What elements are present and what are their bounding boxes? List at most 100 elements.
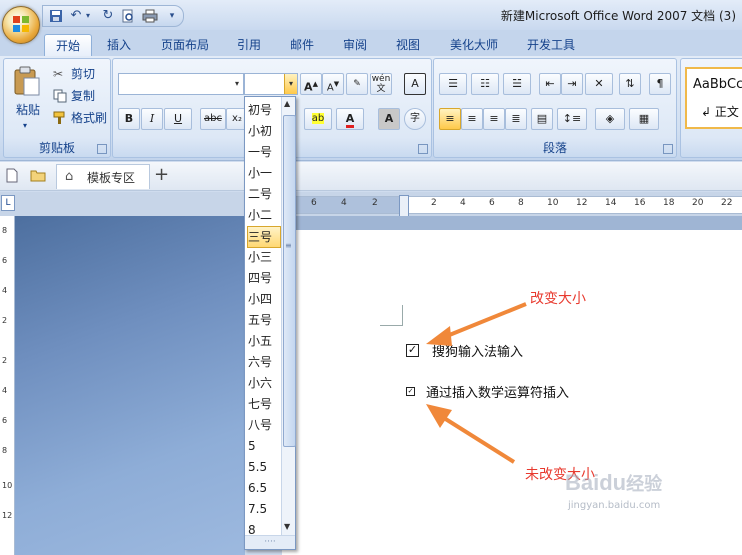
undo-dropdown-icon[interactable]: ▾ xyxy=(83,7,93,25)
shading-button[interactable]: ◈ xyxy=(595,108,625,130)
save-icon[interactable] xyxy=(47,7,65,25)
ruler-label: 20 xyxy=(692,198,704,208)
tab-insert[interactable]: 插入 xyxy=(100,34,138,56)
font-size-combo[interactable]: ▾ xyxy=(244,73,298,95)
font-name-dropdown-icon[interactable]: ▾ xyxy=(231,74,243,94)
clipboard-dialog-launcher-icon[interactable] xyxy=(97,144,107,154)
document-page[interactable]: ✓ 搜狗输入法输入 ✓ 通过插入数学运算符插入 改变大小 未改变大小 Baidu… xyxy=(282,230,742,555)
indent-marker-icon[interactable] xyxy=(399,195,409,217)
template-tab[interactable]: ⌂ 模板专区 xyxy=(56,164,150,189)
distributed-button[interactable]: ▤ xyxy=(531,108,553,130)
font-size-option[interactable]: 六号 xyxy=(248,352,282,372)
open-folder-icon[interactable] xyxy=(30,169,46,185)
paragraph-group: ☰ ☷ ☱ ⇤ ⇥ ✕ ⇅ ¶ ≡ ≡ ≡ ≣ ▤ ↕≡ ◈ ▦ 段落 xyxy=(433,58,677,158)
show-marks-button[interactable]: ¶ xyxy=(649,73,671,95)
clear-format-button[interactable]: ✎ xyxy=(346,73,368,95)
increase-indent-button[interactable]: ⇥ xyxy=(561,73,583,95)
highlight-button[interactable]: ab xyxy=(304,108,332,130)
font-size-option[interactable]: 二号 xyxy=(248,184,282,204)
underline-button[interactable]: U xyxy=(164,108,192,130)
redo-icon[interactable]: ↻ xyxy=(99,7,117,25)
font-color-button[interactable]: A xyxy=(336,108,364,130)
grow-font-button[interactable]: A▲ xyxy=(300,73,322,95)
copy-button[interactable]: 复制 xyxy=(50,85,110,107)
font-size-option[interactable]: 小四 xyxy=(248,289,282,309)
ruler-label: 2 xyxy=(372,198,378,208)
watermark-url: jingyan.baidu.com xyxy=(568,500,661,511)
font-size-option[interactable]: 四号 xyxy=(248,268,282,288)
font-size-option[interactable]: 七号 xyxy=(248,394,282,414)
char-border-button[interactable]: A xyxy=(404,73,426,95)
paragraph-dialog-launcher-icon[interactable] xyxy=(663,144,673,154)
tab-view[interactable]: 视图 xyxy=(389,34,427,56)
font-size-option[interactable]: 初号 xyxy=(248,100,282,120)
scroll-down-icon[interactable]: ▼ xyxy=(284,522,290,531)
tab-selector-icon[interactable]: L xyxy=(1,195,15,211)
pinyin-guide-button[interactable]: wén 文 xyxy=(370,73,392,95)
font-size-option[interactable]: 5.5 xyxy=(248,457,282,477)
strikethrough-button[interactable]: abc xyxy=(200,108,226,130)
font-size-option[interactable]: 小六 xyxy=(248,373,282,393)
font-size-option[interactable]: 小初 xyxy=(248,121,282,141)
enclose-char-button[interactable]: 字 xyxy=(404,108,426,130)
multilevel-list-button[interactable]: ☱ xyxy=(503,73,531,95)
font-size-option[interactable]: 五号 xyxy=(248,310,282,330)
cut-button[interactable]: ✂ 剪切 xyxy=(50,63,110,85)
char-shading-button[interactable]: A xyxy=(378,108,400,130)
customize-qat-icon[interactable]: ▾ xyxy=(163,7,181,25)
paste-dropdown-icon[interactable]: ▾ xyxy=(23,116,27,136)
font-size-option[interactable]: 三号 xyxy=(247,226,281,248)
style-normal-tile[interactable]: AaBbCc ↲ 正文 xyxy=(685,67,742,129)
font-size-option[interactable]: 5 xyxy=(248,436,282,456)
line-spacing-button[interactable]: ↕≡ xyxy=(557,108,587,130)
print-preview-icon[interactable] xyxy=(119,7,137,25)
tab-beautify-master[interactable]: 美化大师 xyxy=(442,34,506,56)
chinese-layout-button[interactable]: ✕ xyxy=(585,73,613,95)
justify-button[interactable]: ≣ xyxy=(505,108,527,130)
font-size-option[interactable]: 小三 xyxy=(248,247,282,267)
ruler-label: 16 xyxy=(634,198,646,208)
font-name-combo[interactable]: ▾ xyxy=(118,73,244,95)
font-size-option[interactable]: 八号 xyxy=(248,415,282,435)
font-size-option[interactable]: 小一 xyxy=(248,163,282,183)
font-size-option[interactable]: 7.5 xyxy=(248,499,282,519)
bullets-button[interactable]: ☰ xyxy=(439,73,467,95)
font-size-option[interactable]: 6.5 xyxy=(248,478,282,498)
font-size-option[interactable]: 一号 xyxy=(248,142,282,162)
office-button[interactable] xyxy=(2,6,40,44)
add-tab-button[interactable]: + xyxy=(154,164,169,185)
scroll-up-icon[interactable]: ▲ xyxy=(284,99,290,108)
font-size-dropdown-icon[interactable]: ▾ xyxy=(284,74,297,94)
print-icon[interactable] xyxy=(141,7,159,25)
sort-button[interactable]: ⇅ xyxy=(619,73,641,95)
tab-references[interactable]: 引用 xyxy=(230,34,268,56)
scrollbar-thumb[interactable]: ≡ xyxy=(283,115,296,447)
bold-button[interactable]: B xyxy=(118,108,140,130)
format-painter-button[interactable]: 格式刷 xyxy=(50,107,110,129)
new-document-icon[interactable] xyxy=(6,168,18,186)
decrease-indent-button[interactable]: ⇤ xyxy=(539,73,561,95)
align-left-button[interactable]: ≡ xyxy=(439,108,461,130)
shrink-font-button[interactable]: A▼ xyxy=(322,73,344,95)
tab-mailings[interactable]: 邮件 xyxy=(283,34,321,56)
font-size-option[interactable]: 小五 xyxy=(248,331,282,351)
annotation-arrows xyxy=(426,302,527,464)
tab-page-layout[interactable]: 页面布局 xyxy=(155,34,215,56)
font-size-option[interactable]: 小二 xyxy=(248,205,282,225)
vertical-ruler[interactable]: 8 6 4 2 2 4 6 8 10 12 xyxy=(0,216,15,555)
tab-review[interactable]: 审阅 xyxy=(336,34,374,56)
align-center-button[interactable]: ≡ xyxy=(461,108,483,130)
tab-developer[interactable]: 开发工具 xyxy=(518,34,584,56)
horizontal-ruler[interactable]: 6 4 2 2 4 6 8 10 12 14 16 18 20 22 xyxy=(282,195,742,217)
resize-grip-icon[interactable]: ···· xyxy=(245,535,295,549)
borders-button[interactable]: ▦ xyxy=(629,108,659,130)
font-dialog-launcher-icon[interactable] xyxy=(418,144,428,154)
vruler-label: 6 xyxy=(2,256,8,265)
dropdown-scrollbar[interactable]: ▲ ≡ ▼ xyxy=(281,97,296,535)
paste-button[interactable]: 粘贴 ▾ xyxy=(6,61,48,135)
align-right-button[interactable]: ≡ xyxy=(483,108,505,130)
numbering-button[interactable]: ☷ xyxy=(471,73,499,95)
italic-button[interactable]: I xyxy=(141,108,163,130)
bullets-icon: ☰ xyxy=(448,77,458,90)
tab-home[interactable]: 开始 xyxy=(44,34,92,57)
